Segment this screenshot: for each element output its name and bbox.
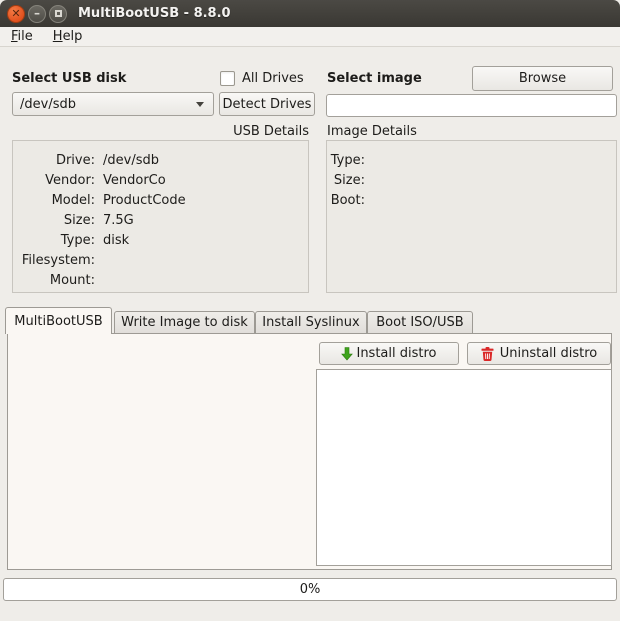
uninstall-distro-button[interactable]: Uninstall distro <box>467 342 611 365</box>
tab-multibootusb[interactable]: MultiBootUSB <box>5 307 112 334</box>
usb-disk-selected-value: /dev/sdb <box>20 97 76 112</box>
usb-detail-value: /dev/sdb <box>103 153 159 168</box>
select-usb-disk-label: Select USB disk <box>12 71 126 86</box>
minimize-icon: – <box>34 7 40 19</box>
usb-detail-row: Vendor: VendorCo <box>13 170 308 190</box>
uninstall-trash-icon <box>481 347 494 361</box>
image-detail-row: Type: <box>327 150 616 170</box>
usb-disk-combobox[interactable]: /dev/sdb <box>12 92 214 116</box>
image-details-heading: Image Details <box>327 124 417 139</box>
menu-file[interactable]: File <box>9 28 35 45</box>
distro-list[interactable] <box>316 369 612 566</box>
usb-details-panel: Drive: /dev/sdb Vendor: VendorCo Model: … <box>12 140 309 293</box>
usb-detail-row: Type: disk <box>13 230 308 250</box>
all-drives-label: All Drives <box>242 71 304 86</box>
select-image-label: Select image <box>327 71 422 86</box>
tab-write-image-to-disk[interactable]: Write Image to disk <box>114 311 255 334</box>
usb-detail-row: Mount: <box>13 270 308 290</box>
all-drives-checkbox[interactable] <box>220 71 235 86</box>
tab-label: MultiBootUSB <box>14 314 102 329</box>
usb-detail-row: Model: ProductCode <box>13 190 308 210</box>
usb-detail-value: disk <box>103 233 129 248</box>
maximize-icon <box>55 10 62 17</box>
tab-label: Install Syslinux <box>262 315 359 330</box>
image-detail-row: Boot: <box>327 190 616 210</box>
tab-boot-iso-usb[interactable]: Boot ISO/USB <box>367 311 473 334</box>
close-button[interactable]: ✕ <box>7 5 25 23</box>
usb-details-heading: USB Details <box>12 124 309 139</box>
image-details-panel: Type: Size: Boot: <box>326 140 617 293</box>
usb-detail-row: Filesystem: <box>13 250 308 270</box>
tab-label: Write Image to disk <box>121 315 248 330</box>
tab-install-syslinux[interactable]: Install Syslinux <box>255 311 367 334</box>
close-icon: ✕ <box>11 8 20 19</box>
usb-detail-label: Mount: <box>13 273 95 288</box>
detect-drives-button[interactable]: Detect Drives <box>219 92 315 116</box>
window-title: MultiBootUSB - 8.8.0 <box>78 6 231 21</box>
progress-bar: 0% <box>3 578 617 601</box>
menu-help[interactable]: Help <box>51 28 85 45</box>
chevron-down-icon <box>196 102 204 107</box>
usb-detail-label: Drive: <box>13 153 95 168</box>
install-distro-label: Install distro <box>356 346 436 361</box>
browse-button[interactable]: Browse <box>472 66 613 91</box>
usb-detail-value: VendorCo <box>103 173 166 188</box>
image-detail-label: Type: <box>327 153 365 168</box>
usb-detail-value: ProductCode <box>103 193 186 208</box>
image-path-input[interactable] <box>326 94 617 117</box>
usb-detail-label: Type: <box>13 233 95 248</box>
usb-detail-row: Size: 7.5G <box>13 210 308 230</box>
uninstall-distro-label: Uninstall distro <box>500 346 598 361</box>
minimize-button[interactable]: – <box>28 5 46 23</box>
usb-detail-label: Filesystem: <box>13 253 95 268</box>
detect-drives-label: Detect Drives <box>223 97 312 112</box>
progress-label: 0% <box>300 582 321 597</box>
usb-detail-label: Size: <box>13 213 95 228</box>
browse-label: Browse <box>519 71 566 86</box>
usb-detail-value: 7.5G <box>103 213 134 228</box>
maximize-button[interactable] <box>49 5 67 23</box>
install-distro-button[interactable]: Install distro <box>319 342 459 365</box>
usb-detail-label: Model: <box>13 193 95 208</box>
image-detail-label: Size: <box>327 173 365 188</box>
tab-label: Boot ISO/USB <box>376 315 463 330</box>
menubar: File Help <box>0 27 620 47</box>
usb-detail-label: Vendor: <box>13 173 95 188</box>
multibootusb-tab-panel: Install distro Uninstall distro <box>7 333 612 570</box>
image-detail-label: Boot: <box>327 193 365 208</box>
usb-detail-row: Drive: /dev/sdb <box>13 150 308 170</box>
titlebar: ✕ – MultiBootUSB - 8.8.0 <box>0 0 620 27</box>
image-detail-row: Size: <box>327 170 616 190</box>
install-arrow-icon <box>341 347 353 361</box>
multibootusb-window: ✕ – MultiBootUSB - 8.8.0 File Help Selec… <box>0 0 620 621</box>
